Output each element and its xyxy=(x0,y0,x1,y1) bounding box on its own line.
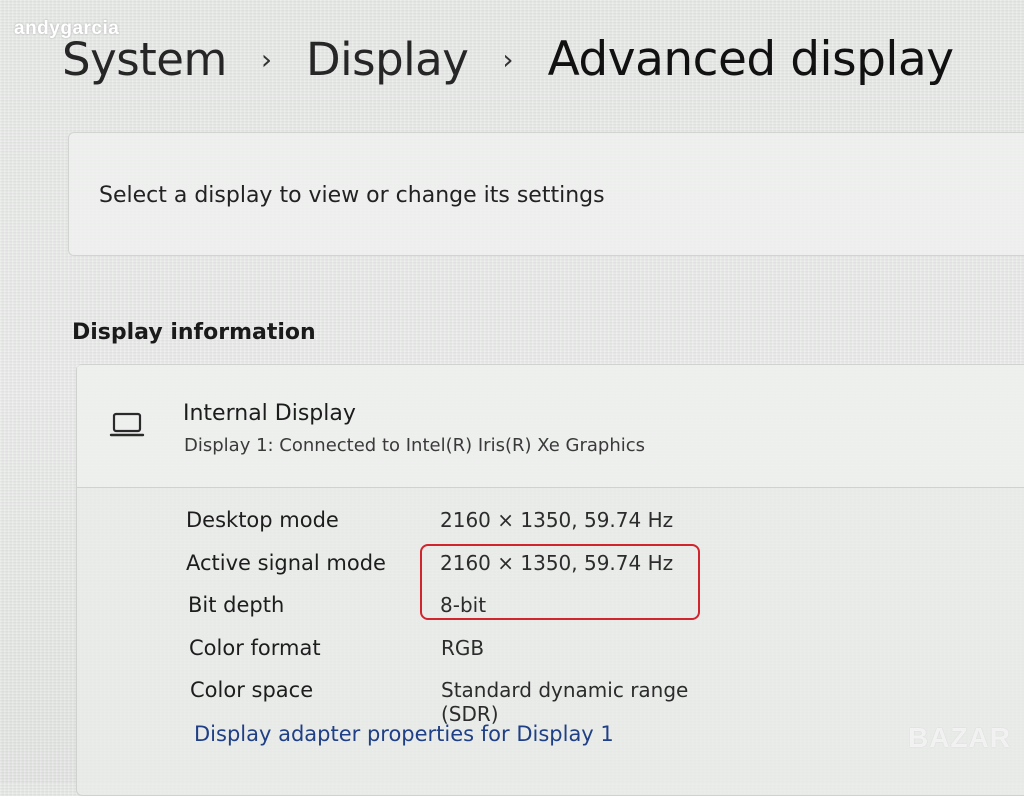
breadcrumb: System › Display › Advanced display xyxy=(62,32,954,87)
info-value: Standard dynamic range (SDR) xyxy=(441,678,689,726)
display-header: Internal Display Display 1: Connected to… xyxy=(77,365,1024,488)
info-row-color-space: Color space Standard dynamic range (SDR) xyxy=(110,678,730,726)
info-label: Active signal mode xyxy=(186,551,386,575)
breadcrumb-item-display[interactable]: Display xyxy=(306,33,469,86)
info-row-color-format: Color format RGB xyxy=(110,636,730,670)
section-title-display-information: Display information xyxy=(72,320,316,345)
breadcrumb-item-system[interactable]: System xyxy=(62,33,227,86)
select-display-label: Select a display to view or change its s… xyxy=(99,183,605,208)
select-display-card[interactable]: Select a display to view or change its s… xyxy=(68,132,1024,256)
highlight-annotation xyxy=(420,544,700,620)
info-label: Color space xyxy=(190,678,314,702)
info-label: Desktop mode xyxy=(186,508,339,532)
display-name: Internal Display xyxy=(183,401,356,426)
info-row-desktop-mode: Desktop mode 2160 × 1350, 59.74 Hz xyxy=(110,508,730,542)
laptop-icon xyxy=(109,411,145,445)
watermark-text: andygarcia xyxy=(14,18,120,39)
page-title: Advanced display xyxy=(547,32,954,87)
info-label: Color format xyxy=(189,636,321,660)
chevron-right-icon: › xyxy=(502,43,514,76)
bazar-logo: BAZAR xyxy=(908,722,1011,753)
info-label: Bit depth xyxy=(188,593,285,617)
info-value: RGB xyxy=(441,636,485,660)
display-subtitle: Display 1: Connected to Intel(R) Iris(R)… xyxy=(184,435,646,456)
info-value: 2160 × 1350, 59.74 Hz xyxy=(440,508,674,532)
display-adapter-properties-link[interactable]: Display adapter properties for Display 1 xyxy=(194,722,614,746)
chevron-right-icon: › xyxy=(260,43,273,76)
